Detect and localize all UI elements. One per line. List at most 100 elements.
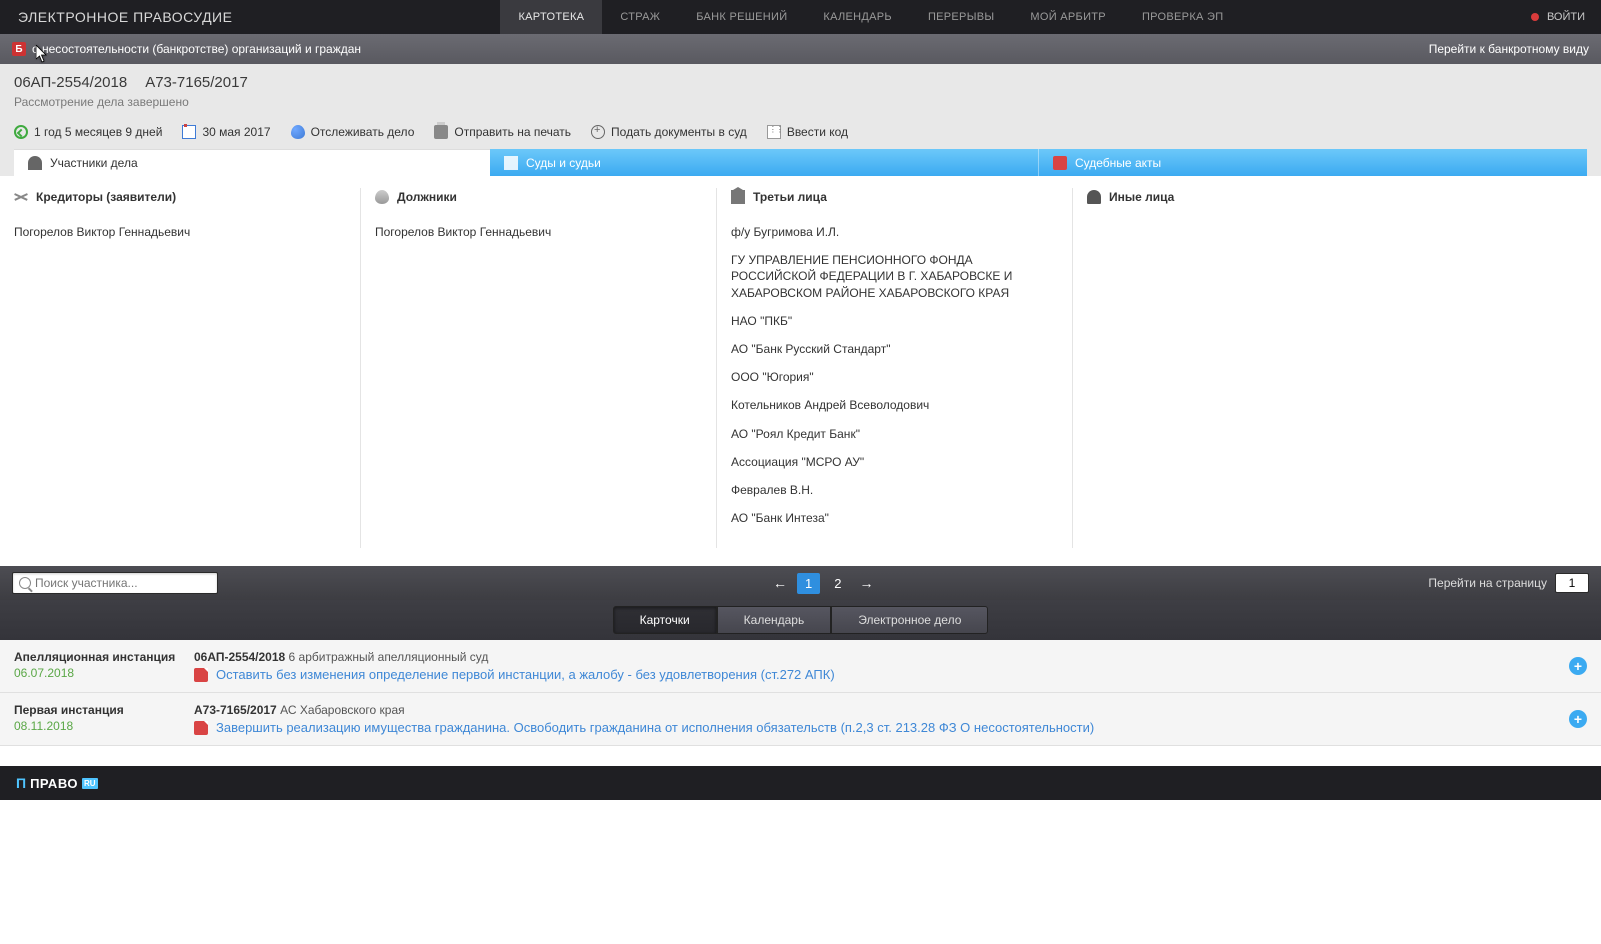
plus-circle-icon <box>591 125 605 139</box>
search-icon <box>19 577 31 589</box>
creditor-item[interactable]: Погорелов Виктор Геннадьевич <box>14 218 346 246</box>
top-bar: ЭЛЕКТРОННОЕ ПРАВОСУДИЕ КАРТОТЕКА СТРАЖ Б… <box>0 0 1601 34</box>
participants-panel: Кредиторы (заявители) Погорелов Виктор Г… <box>0 176 1601 566</box>
case-number-first[interactable]: А73-7165/2017 <box>145 74 248 91</box>
col-other: Иные лица <box>1072 188 1601 548</box>
card-document-link[interactable]: Оставить без изменения определение перво… <box>216 667 835 682</box>
calendar-icon <box>182 125 196 139</box>
third-party-item[interactable]: Котельников Андрей Всеволодович <box>731 391 1058 419</box>
nav-checkep[interactable]: ПРОВЕРКА ЭП <box>1124 0 1241 34</box>
pager: ← 1 2 → <box>769 573 877 594</box>
search-participant-box[interactable] <box>12 572 218 594</box>
debtor-item[interactable]: Погорелов Виктор Геннадьевич <box>375 218 702 246</box>
pager-page-1[interactable]: 1 <box>797 573 820 594</box>
tab-participants[interactable]: Участники дела <box>14 149 490 176</box>
pager-bar: ← 1 2 → Перейти на страницу <box>0 566 1601 600</box>
pager-next[interactable]: → <box>855 575 877 591</box>
third-party-item[interactable]: АО "Роял Кредит Банк" <box>731 420 1058 448</box>
viewtab-cards[interactable]: Карточки <box>613 606 717 634</box>
col-creditors-title: Кредиторы (заявители) <box>36 190 176 204</box>
duration-icon <box>14 125 28 139</box>
expand-card-button[interactable]: + <box>1569 657 1587 675</box>
tab-courts[interactable]: Суды и судьи <box>490 149 1039 176</box>
instance-date: 06.07.2018 <box>14 666 194 680</box>
print-button[interactable]: Отправить на печать <box>434 125 571 139</box>
shield-icon <box>291 125 305 139</box>
col-creditors: Кредиторы (заявители) Погорелов Виктор Г… <box>0 188 360 548</box>
third-party-item[interactable]: АО "Банк Интеза" <box>731 504 1058 532</box>
category-bar: Б о несостоятельности (банкротстве) орга… <box>0 34 1601 64</box>
search-participant-input[interactable] <box>35 576 211 590</box>
card-court-name: 6 арбитражный апелляционный суд <box>289 650 489 664</box>
pager-prev[interactable]: ← <box>769 575 791 591</box>
card-case-number[interactable]: 06АП-2554/2018 <box>194 650 285 664</box>
col-third-parties: Третьи лица ф/у Бугримова И.Л. ГУ УПРАВЛ… <box>716 188 1072 548</box>
col-debtors: Должники Погорелов Виктор Геннадьевич <box>360 188 716 548</box>
case-number-appeal[interactable]: 06АП-2554/2018 <box>14 74 127 91</box>
nav-calendar[interactable]: КАЛЕНДАРЬ <box>805 0 910 34</box>
case-actions: 1 год 5 месяцев 9 дней 30 мая 2017 Отсле… <box>14 117 1587 149</box>
footer-logo-ru: RU <box>82 778 98 789</box>
case-status: Рассмотрение дела завершено <box>14 95 1587 109</box>
spacer <box>0 746 1601 766</box>
third-party-item[interactable]: ф/у Бугримова И.Л. <box>731 218 1058 246</box>
tab-acts[interactable]: Судебные акты <box>1039 149 1587 176</box>
third-parties-icon <box>731 190 745 204</box>
footer-logo[interactable]: П ПРАВО RU <box>16 775 98 791</box>
footer-logo-text: ПРАВО <box>30 776 78 791</box>
third-party-item[interactable]: АО "Банк Русский Стандарт" <box>731 335 1058 363</box>
other-persons-icon <box>1087 190 1101 204</box>
login-status-dot-icon <box>1531 13 1539 21</box>
submit-docs-button[interactable]: Подать документы в суд <box>591 125 747 139</box>
nav-myarbitr[interactable]: МОЙ АРБИТР <box>1012 0 1124 34</box>
nav-strazh[interactable]: СТРАЖ <box>602 0 678 34</box>
instance-name: Первая инстанция <box>14 703 194 717</box>
watch-case-button[interactable]: Отслеживать дело <box>291 125 415 139</box>
nav-breaks[interactable]: ПЕРЕРЫВЫ <box>910 0 1012 34</box>
third-party-item[interactable]: ГУ УПРАВЛЕНИЕ ПЕНСИОННОГО ФОНДА РОССИЙСК… <box>731 246 1058 307</box>
creditors-icon <box>14 190 28 204</box>
col-debtors-title: Должники <box>397 190 457 204</box>
viewtab-edoc[interactable]: Электронное дело <box>831 606 988 634</box>
case-duration[interactable]: 1 год 5 месяцев 9 дней <box>14 125 162 139</box>
instance-date: 08.11.2018 <box>14 719 194 733</box>
pdf-icon[interactable] <box>194 721 208 735</box>
third-party-item[interactable]: НАО "ПКБ" <box>731 307 1058 335</box>
third-party-item[interactable]: Ассоциация "МСРО АУ" <box>731 448 1058 476</box>
switch-bankruptcy-view-link[interactable]: Перейти к банкротному виду <box>1429 42 1589 56</box>
login-label: ВОЙТИ <box>1547 11 1585 23</box>
code-icon <box>767 125 781 139</box>
third-party-item[interactable]: ООО "Югория" <box>731 363 1058 391</box>
instance-name: Апелляционная инстанция <box>14 650 194 664</box>
view-tabs: Карточки Календарь Электронное дело <box>0 600 1601 640</box>
category-title: о несостоятельности (банкротстве) органи… <box>32 42 361 56</box>
pager-page-2[interactable]: 2 <box>826 573 849 594</box>
nav-kartoteka[interactable]: КАРТОТЕКА <box>500 0 602 34</box>
viewtab-calendar[interactable]: Календарь <box>717 606 832 634</box>
court-icon <box>504 156 518 170</box>
footer: П ПРАВО RU <box>0 766 1601 800</box>
debtors-icon <box>375 190 389 204</box>
expand-card-button[interactable]: + <box>1569 710 1587 728</box>
pdf-icon[interactable] <box>194 668 208 682</box>
document-icon <box>1053 156 1067 170</box>
login-button[interactable]: ВОЙТИ <box>1515 0 1601 34</box>
enter-code-button[interactable]: Ввести код <box>767 125 848 139</box>
card-court-name: АС Хабаровского края <box>280 703 405 717</box>
col-third-title: Третьи лица <box>753 190 827 204</box>
printer-icon <box>434 125 448 139</box>
instance-card: Апелляционная инстанция 06.07.2018 06АП-… <box>0 640 1601 693</box>
third-party-item[interactable]: Февралев В.Н. <box>731 476 1058 504</box>
goto-page-input[interactable] <box>1555 573 1589 593</box>
card-case-number[interactable]: А73-7165/2017 <box>194 703 277 717</box>
case-start-date[interactable]: 30 мая 2017 <box>182 125 270 139</box>
goto-label: Перейти на страницу <box>1428 576 1547 590</box>
instance-cards: Апелляционная инстанция 06.07.2018 06АП-… <box>0 640 1601 746</box>
card-document-link[interactable]: Завершить реализацию имущества гражданин… <box>216 720 1094 735</box>
section-tabs: Участники дела Суды и судьи Судебные акт… <box>14 149 1587 176</box>
nav-bank[interactable]: БАНК РЕШЕНИЙ <box>678 0 805 34</box>
instance-card: Первая инстанция 08.11.2018 А73-7165/201… <box>0 693 1601 746</box>
person-icon <box>28 156 42 170</box>
site-logo[interactable]: ЭЛЕКТРОННОЕ ПРАВОСУДИЕ <box>0 0 250 34</box>
col-other-title: Иные лица <box>1109 190 1174 204</box>
